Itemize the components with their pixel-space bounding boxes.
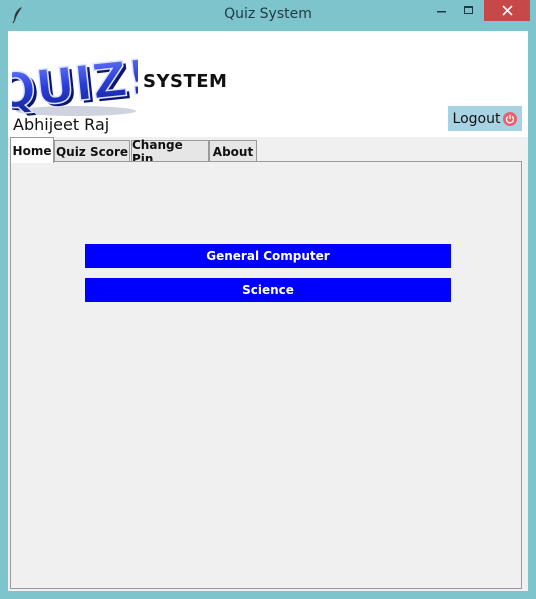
title-bar[interactable]: Quiz System xyxy=(0,0,536,31)
logout-button[interactable]: Logout xyxy=(448,106,522,131)
minimize-button[interactable] xyxy=(428,0,455,21)
user-name: Abhijeet Raj xyxy=(13,115,110,134)
home-panel: General Computer Science xyxy=(10,161,522,589)
maximize-button[interactable] xyxy=(455,0,482,21)
tab-change-pin[interactable]: Change Pin xyxy=(131,138,209,166)
close-icon xyxy=(501,5,513,16)
svg-text:QUIZ!: QUIZ! xyxy=(12,49,138,117)
minimize-icon xyxy=(436,10,446,12)
quiz-logo: QUIZ! QUIZ! xyxy=(12,48,138,117)
logo-subtitle: SYSTEM xyxy=(143,71,228,92)
maximize-icon xyxy=(463,5,473,14)
client-area: QUIZ! QUIZ! SYSTEM Abhijeet Raj Logout H… xyxy=(8,31,528,591)
close-button[interactable] xyxy=(484,0,530,21)
general-computer-button[interactable]: General Computer xyxy=(85,244,451,268)
tab-container: Home Quiz Score Change Pin About General… xyxy=(8,137,528,591)
science-button[interactable]: Science xyxy=(85,278,451,302)
tab-quiz-score[interactable]: Quiz Score xyxy=(54,140,130,162)
tab-about[interactable]: About xyxy=(209,140,257,162)
power-icon xyxy=(503,111,518,126)
logout-label: Logout xyxy=(452,110,501,127)
app-window: Quiz System QUIZ! QUIZ! SYSTEM Abhijeet xyxy=(0,0,536,599)
tab-home[interactable]: Home xyxy=(10,137,54,163)
